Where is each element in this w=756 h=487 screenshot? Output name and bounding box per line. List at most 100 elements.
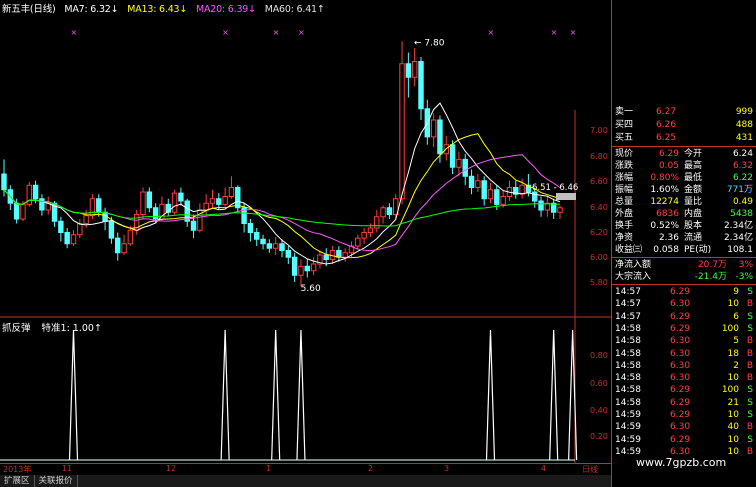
candle-body	[222, 196, 228, 205]
candle-body	[83, 215, 89, 224]
candle-body	[58, 220, 64, 233]
stat-label: 最低	[684, 173, 703, 183]
candle-body	[437, 119, 443, 155]
tick-time: 14:58	[615, 336, 641, 347]
tick-direction: B	[746, 446, 753, 457]
stat-value: 0.058	[653, 245, 679, 255]
tick-direction: B	[746, 360, 753, 371]
candle-body	[481, 180, 487, 200]
candle-body	[336, 250, 342, 258]
signal-marker: ×	[488, 28, 495, 37]
kline-chart-area[interactable]: ← 7.80 5.60 6.51 - 6.46 × × × × × × × 新五丰(日线) MA7…	[0, 0, 611, 487]
candle-body	[367, 227, 374, 233]
candle-body	[361, 232, 367, 239]
stat-label: 总量	[615, 197, 634, 207]
tick-direction: S	[747, 311, 753, 322]
candle-body	[279, 243, 285, 251]
date-year: 2013年	[3, 465, 32, 474]
stat-value: 6836	[656, 209, 679, 219]
price-tick: 6.80	[590, 152, 608, 161]
indicator-spike	[68, 329, 79, 461]
tick-time: 14:58	[615, 385, 641, 396]
candle-body	[159, 203, 165, 220]
candle-body	[355, 237, 361, 247]
divider	[612, 257, 756, 258]
order-book-row: 买五 6.25 431	[612, 132, 756, 144]
stat-value: 0.05	[658, 161, 679, 171]
price-tick: 6.00	[590, 253, 608, 262]
candle-body	[532, 191, 538, 202]
tick-time: 14:58	[615, 360, 641, 371]
tick-direction: B	[746, 422, 753, 433]
candle-body	[380, 207, 386, 218]
candle-body	[342, 252, 348, 258]
stat-value: 2.34亿	[723, 233, 753, 243]
tick-price: 6.30	[670, 299, 691, 310]
tick-time: 14:58	[615, 348, 641, 359]
tick-volume: 5	[733, 336, 739, 347]
signal-marker: ×	[298, 28, 305, 37]
date-axis: 2013年 11 12 1 2 3 4 日线	[0, 463, 611, 474]
tick-price: 6.30	[670, 422, 691, 433]
stat-label: 现价	[615, 149, 634, 159]
price-tick: 5.80	[590, 278, 608, 287]
tick-row: 14:58 6.29 100 S	[612, 323, 756, 335]
tick-price: 6.30	[670, 336, 691, 347]
candle-body	[152, 207, 159, 220]
date-tick: 4	[541, 464, 547, 473]
stat-row: 外盘 6836 内盘 5438	[612, 208, 756, 220]
candle-body	[386, 207, 393, 215]
signal-marker: ×	[71, 28, 78, 37]
candle-body	[228, 187, 235, 197]
price-tick: 6.20	[590, 228, 608, 237]
tick-direction: B	[746, 336, 753, 347]
indicator-spike	[220, 329, 230, 461]
indicator-tick: 0.60	[590, 379, 608, 388]
ma13-label: MA13: 6.43↓	[127, 4, 188, 15]
stat-value: 2.34亿	[723, 221, 753, 231]
candle-body	[323, 254, 329, 260]
candle-body	[430, 119, 437, 138]
tick-price: 6.29	[670, 287, 691, 297]
indicator-name[interactable]: 抓反弹	[2, 323, 31, 334]
indicator-tick: 0.80	[590, 351, 608, 360]
order-volume: 431	[735, 133, 753, 143]
stat-row: 涨幅 0.80% 最低 6.22	[612, 172, 756, 184]
period-label[interactable]: 日线	[582, 464, 598, 475]
candle-body	[121, 243, 127, 254]
candle-body	[127, 229, 134, 245]
candle-body	[418, 61, 424, 110]
tick-time: 14:57	[615, 299, 641, 310]
candle-body	[39, 198, 45, 211]
tab-extension[interactable]: 扩展区	[0, 475, 35, 487]
tab-related-quotes[interactable]: 关联报价	[35, 475, 78, 487]
indicator-spike	[549, 329, 559, 461]
tick-row: 14:59 6.30 40 B	[612, 421, 756, 433]
candle-body	[146, 191, 153, 209]
candle-body	[140, 191, 146, 215]
stock-title: 新五丰(日线)	[2, 4, 56, 15]
stat-label: 振幅	[615, 185, 634, 195]
candle-body	[487, 189, 494, 200]
tick-direction: S	[747, 434, 753, 445]
tick-row: 14:59 6.29 10 S	[612, 434, 756, 446]
candle-body	[70, 234, 77, 245]
tick-price: 6.30	[670, 373, 691, 384]
stat-row: 收益㈢ 0.058 PE(动) 108.1	[612, 244, 756, 256]
tick-time: 14:57	[615, 287, 641, 297]
candle-body	[468, 175, 475, 188]
candle-body	[1, 173, 7, 191]
kline-chart[interactable]: ← 7.80 5.60 6.51 - 6.46 × × × × × × ×	[0, 0, 611, 487]
indicator-spike	[296, 329, 306, 461]
order-label: 卖一	[615, 107, 634, 117]
chart-header: 新五丰(日线) MA7: 6.32↓ MA13: 6.43↓ MA20: 6.3…	[2, 1, 331, 15]
candle-body	[538, 200, 544, 211]
flow-value: -21.4万	[694, 272, 727, 282]
candle-body	[171, 192, 178, 213]
order-volume: 488	[735, 120, 753, 130]
candle-body	[77, 223, 83, 236]
ma7-label: MA7: 6.32↓	[64, 4, 119, 15]
price-tick: 6.60	[590, 177, 608, 186]
flow-percent: -3%	[735, 272, 753, 282]
stat-value: 5438	[730, 209, 753, 219]
